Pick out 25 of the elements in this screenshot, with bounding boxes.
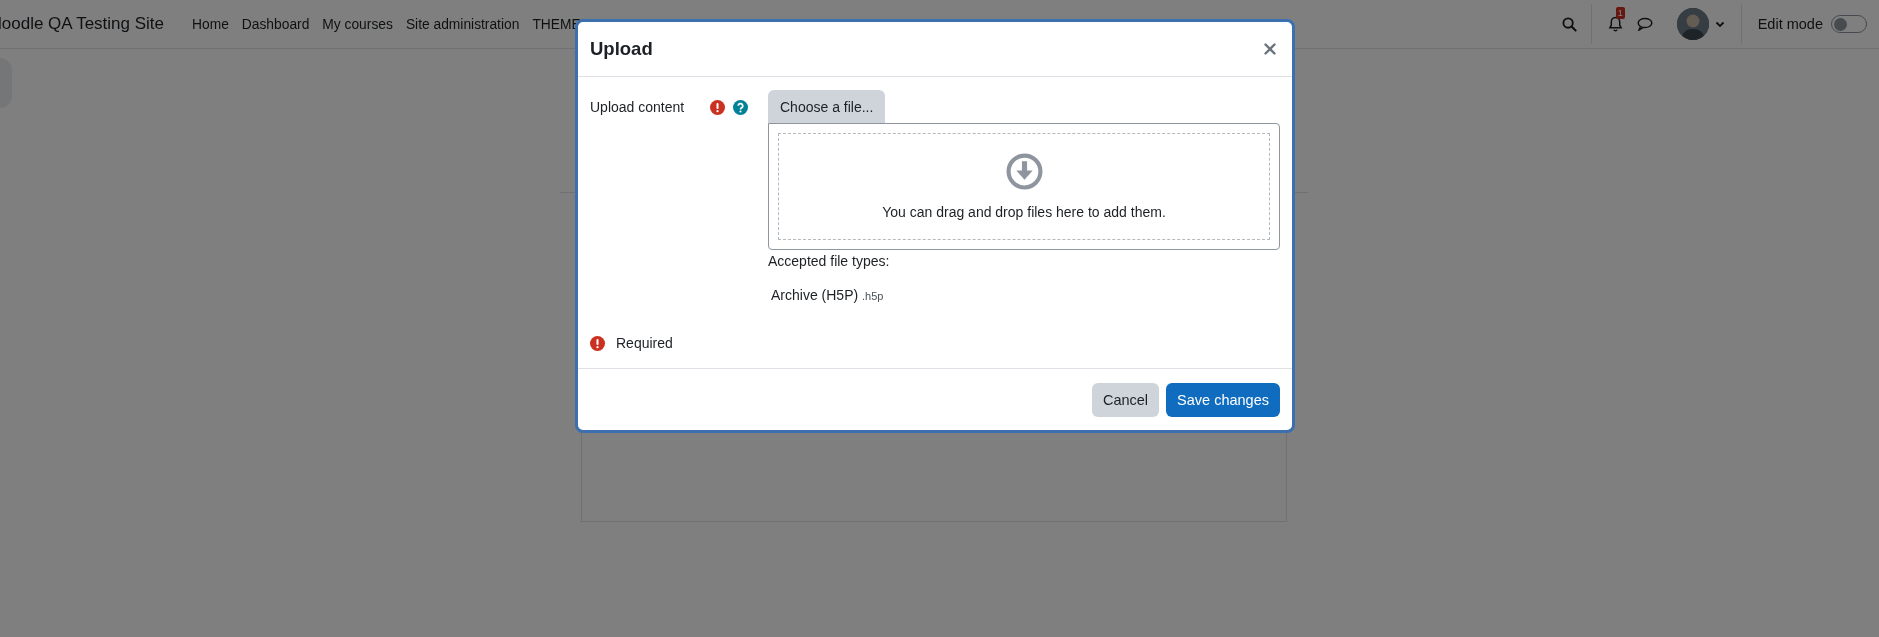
close-button[interactable] xyxy=(1262,41,1278,57)
caret-icon[interactable] xyxy=(1714,20,1725,28)
help-icon[interactable] xyxy=(733,100,748,115)
bell-icon[interactable] xyxy=(1607,16,1623,32)
avatar-icon[interactable] xyxy=(1676,8,1709,40)
nav-link[interactable]: Home xyxy=(192,16,229,32)
required-note: Required xyxy=(616,335,673,351)
file-drop-zone[interactable]: You can drag and drop files here to add them. xyxy=(768,123,1280,250)
choose-file-button[interactable]: Choose a file... xyxy=(768,90,886,123)
cancel-button[interactable]: Cancel xyxy=(1091,383,1160,417)
nav-link[interactable]: Site administration xyxy=(405,16,520,32)
nav-link[interactable]: My courses xyxy=(322,16,393,32)
edit-mode-label: Edit mode xyxy=(1757,16,1823,32)
field-label: Upload content xyxy=(590,99,686,115)
site-name[interactable]: loodle QA Testing Site xyxy=(0,14,164,34)
speech-bubble-icon[interactable] xyxy=(1636,17,1653,31)
nav-link[interactable]: Dashboard xyxy=(241,16,310,32)
search-icon[interactable] xyxy=(1561,16,1577,32)
exclamation-icon xyxy=(590,336,605,351)
notification-badge: 1 xyxy=(1615,7,1625,19)
dialog-title: Upload xyxy=(590,38,653,60)
file-type: Archive (H5P) .h5p xyxy=(771,287,884,303)
save-button[interactable]: Save changes xyxy=(1166,383,1280,417)
drop-hint: You can drag and drop files here to add them. xyxy=(882,204,1166,220)
accepted-types-label: Accepted file types: xyxy=(768,253,890,269)
